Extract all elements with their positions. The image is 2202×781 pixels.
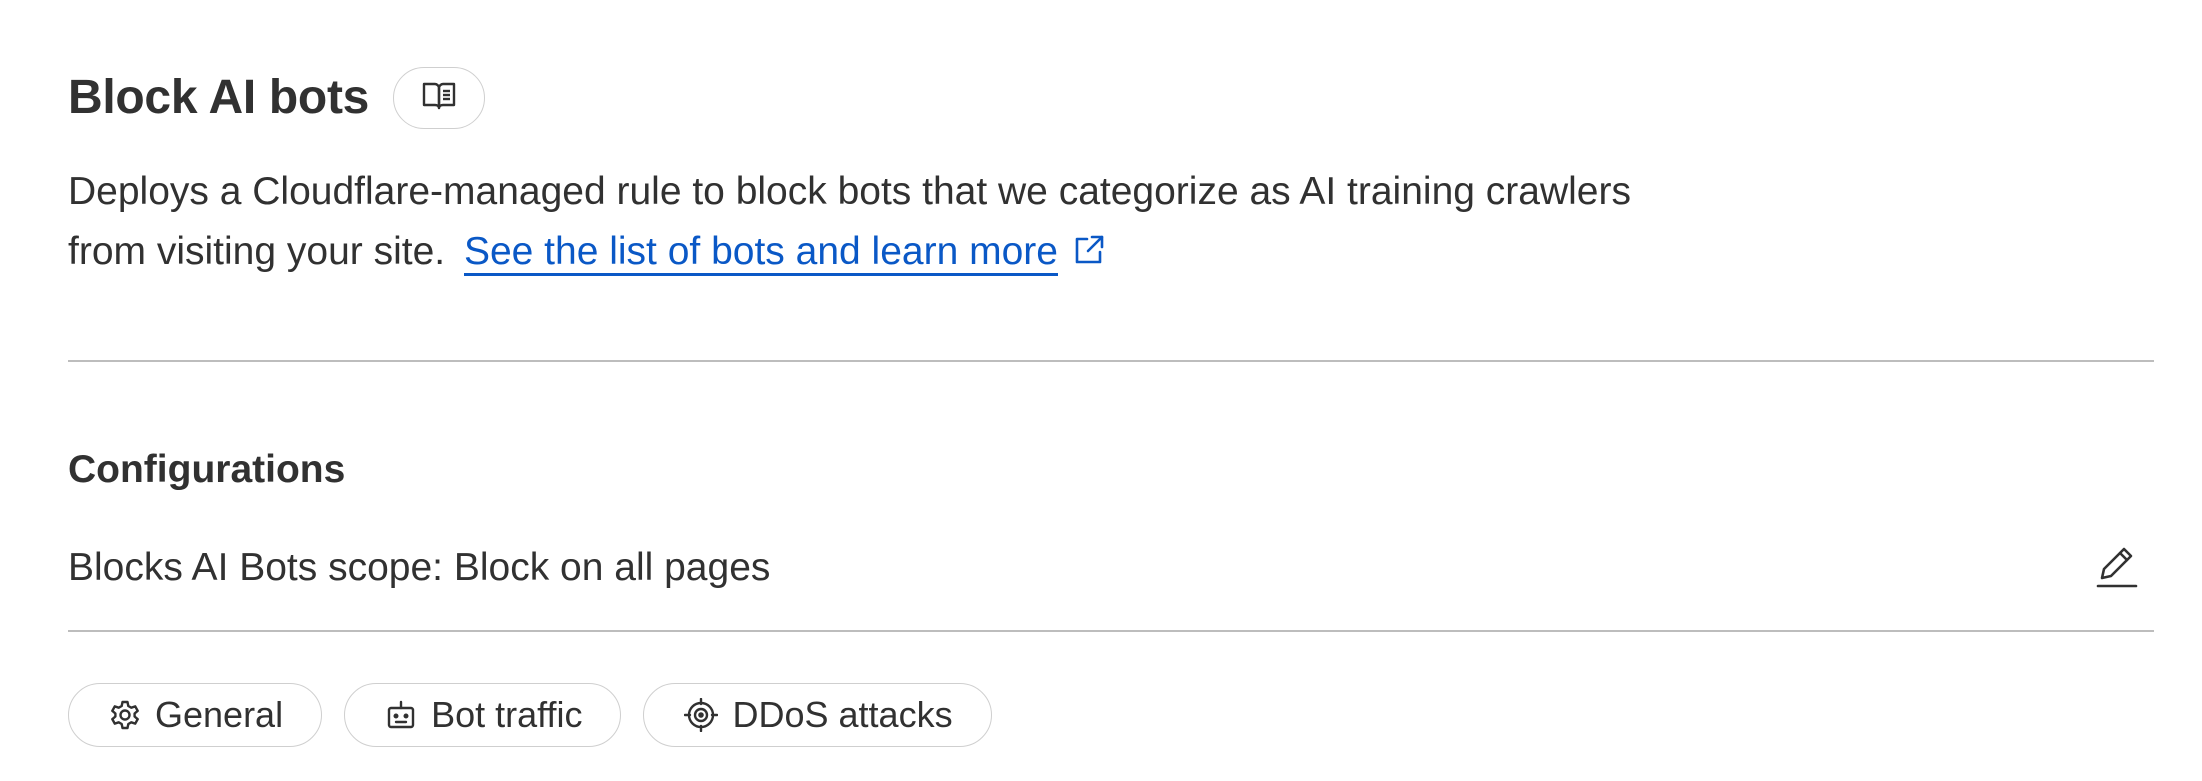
edit-scope-button[interactable] xyxy=(2090,541,2144,595)
book-open-icon xyxy=(422,81,456,116)
tag-label: DDoS attacks xyxy=(732,694,953,735)
divider xyxy=(68,630,2154,632)
tag-general[interactable]: General xyxy=(68,683,323,747)
tag-ddos-attacks[interactable]: DDoS attacks xyxy=(643,683,992,747)
category-tags: General Bot traffic DDoS attacks xyxy=(68,683,992,747)
gear-icon xyxy=(109,699,141,731)
pencil-icon xyxy=(2096,544,2138,593)
tag-bot-traffic[interactable]: Bot traffic xyxy=(344,683,622,747)
config-row: Blocks AI Bots scope: Block on all pages xyxy=(68,538,2154,598)
learn-more-link[interactable]: See the list of bots and learn more xyxy=(463,230,1058,276)
configurations-heading: Configurations xyxy=(68,448,346,491)
page-title: Block AI bots xyxy=(68,71,370,124)
robot-icon xyxy=(385,699,417,731)
documentation-button[interactable] xyxy=(393,67,486,129)
description: Deploys a Cloudflare-managed rule to blo… xyxy=(68,162,1668,285)
title-row: Block AI bots xyxy=(68,64,486,132)
target-icon xyxy=(684,698,719,732)
divider xyxy=(68,360,2154,362)
scope-setting-text: Blocks AI Bots scope: Block on all pages xyxy=(68,546,771,589)
external-link-icon[interactable] xyxy=(1072,225,1106,285)
tag-label: General xyxy=(155,694,284,735)
tag-label: Bot traffic xyxy=(431,694,583,735)
